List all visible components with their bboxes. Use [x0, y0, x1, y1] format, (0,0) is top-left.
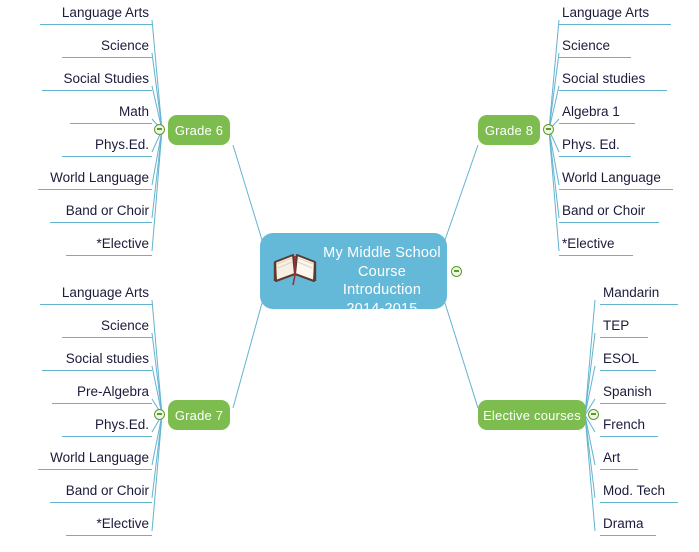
leaf-grade7-7[interactable]: Band or Choir — [50, 481, 152, 503]
leaf-grade8-8[interactable]: *Elective — [559, 234, 633, 256]
leaf-grade7-1[interactable]: Language Arts — [40, 283, 152, 305]
leaf-elective-6[interactable]: Art — [600, 448, 638, 470]
central-topic-line-2: Course Introduction — [342, 263, 422, 299]
leaf-grade7-5[interactable]: Phys.Ed. — [62, 415, 152, 437]
leaf-elective-1[interactable]: Mandarin — [600, 283, 678, 305]
central-topic-text: My Middle School Course Introduction 201… — [322, 244, 442, 318]
leaf-grade6-8[interactable]: *Elective — [66, 234, 152, 256]
leaf-grade7-4[interactable]: Pre-Algebra — [52, 382, 152, 404]
leaf-elective-2[interactable]: TEP — [600, 316, 648, 338]
collapse-toggle-elective-courses[interactable] — [588, 409, 599, 420]
leaf-elective-4[interactable]: Spanish — [600, 382, 666, 404]
central-topic-line-1: My Middle School — [323, 245, 441, 261]
leaf-grade8-7[interactable]: Band or Choir — [559, 201, 659, 223]
central-topic-node[interactable]: My Middle School Course Introduction 201… — [260, 233, 447, 317]
leaf-grade6-6[interactable]: World Language — [38, 168, 152, 190]
collapse-toggle-grade-7[interactable] — [154, 409, 165, 420]
leaf-elective-8[interactable]: Drama — [600, 514, 656, 536]
collapse-toggle-grade-8[interactable] — [543, 124, 554, 135]
leaf-grade8-5[interactable]: Phys. Ed. — [559, 135, 631, 157]
leaf-elective-3[interactable]: ESOL — [600, 349, 656, 371]
collapse-toggle-grade-6[interactable] — [154, 124, 165, 135]
leaf-grade6-3[interactable]: Social Studies — [42, 69, 152, 91]
leaf-grade7-3[interactable]: Social studies — [42, 349, 152, 371]
branch-node-grade-7[interactable]: Grade 7 — [168, 400, 230, 430]
leaf-grade8-3[interactable]: Social studies — [559, 69, 667, 91]
leaf-grade8-4[interactable]: Algebra 1 — [559, 102, 635, 124]
leaf-grade6-1[interactable]: Language Arts — [40, 3, 152, 25]
leaf-grade6-2[interactable]: Science — [62, 36, 152, 58]
branch-node-grade-8[interactable]: Grade 8 — [478, 115, 540, 145]
leaf-grade6-5[interactable]: Phys.Ed. — [62, 135, 152, 157]
leaf-grade8-6[interactable]: World Language — [559, 168, 673, 190]
leaf-elective-5[interactable]: French — [600, 415, 658, 437]
leaf-grade7-2[interactable]: Science — [62, 316, 152, 338]
collapse-toggle-central[interactable] — [451, 266, 462, 277]
leaf-grade7-6[interactable]: World Language — [38, 448, 152, 470]
leaf-grade8-1[interactable]: Language Arts — [559, 3, 671, 25]
leaf-grade8-2[interactable]: Science — [559, 36, 631, 58]
central-topic-line-3: 2014-2015 — [346, 300, 418, 317]
leaf-grade7-8[interactable]: *Elective — [66, 514, 152, 536]
branch-node-grade-6[interactable]: Grade 6 — [168, 115, 230, 145]
leaf-elective-7[interactable]: Mod. Tech — [600, 481, 678, 503]
mindmap-canvas: My Middle School Course Introduction 201… — [0, 0, 699, 552]
branch-node-elective-courses[interactable]: Elective courses — [478, 400, 586, 430]
leaf-grade6-7[interactable]: Band or Choir — [50, 201, 152, 223]
leaf-grade6-4[interactable]: Math — [70, 102, 152, 124]
open-book-icon — [273, 254, 317, 286]
